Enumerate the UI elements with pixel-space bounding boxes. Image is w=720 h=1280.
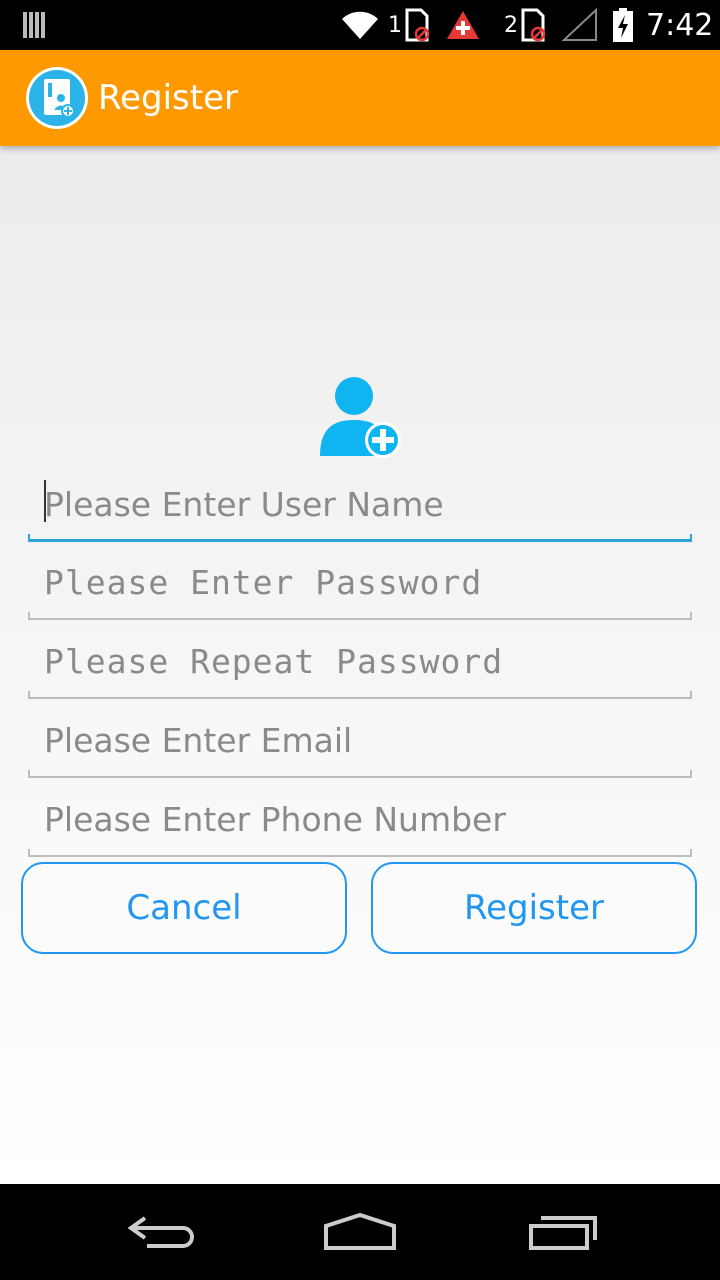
clock: 7:42: [646, 7, 714, 43]
register-form: Cancel Register: [0, 146, 720, 1184]
sim1-icon: 1: [388, 0, 430, 50]
password-underline: [28, 612, 692, 620]
notification-icon: [22, 0, 48, 50]
home-icon[interactable]: [315, 1202, 405, 1262]
username-input[interactable]: [28, 472, 692, 536]
app-bar: Register: [0, 50, 720, 146]
email-field[interactable]: [28, 708, 692, 778]
back-icon[interactable]: [115, 1202, 205, 1262]
repeat-password-underline: [28, 691, 692, 699]
app-logo-icon: [25, 66, 89, 130]
text-cursor: [44, 480, 46, 522]
email-input[interactable]: [28, 708, 692, 772]
sim2-label: 2: [504, 12, 518, 38]
cancel-button[interactable]: Cancel: [21, 862, 347, 954]
status-bar: 1 2 7:42: [0, 0, 720, 50]
repeat-password-input[interactable]: [28, 629, 692, 693]
page-title: Register: [98, 78, 238, 118]
signal-icon: [562, 0, 598, 50]
phone-input[interactable]: [28, 787, 692, 851]
navigation-bar: [0, 1184, 720, 1280]
sim1-label: 1: [388, 12, 402, 38]
username-field[interactable]: [28, 472, 692, 542]
add-user-icon: [318, 376, 402, 460]
sim2-icon: 2: [504, 0, 546, 50]
phone-underline: [28, 849, 692, 857]
register-button[interactable]: Register: [371, 862, 697, 954]
password-input[interactable]: [28, 550, 692, 614]
phone-field[interactable]: [28, 787, 692, 857]
password-field[interactable]: [28, 550, 692, 620]
alert-icon: [446, 0, 480, 50]
wifi-icon: [340, 0, 380, 50]
repeat-password-field[interactable]: [28, 629, 692, 699]
recents-icon[interactable]: [518, 1202, 608, 1262]
battery-icon: [612, 0, 634, 50]
email-underline: [28, 770, 692, 778]
username-underline: [28, 534, 692, 542]
